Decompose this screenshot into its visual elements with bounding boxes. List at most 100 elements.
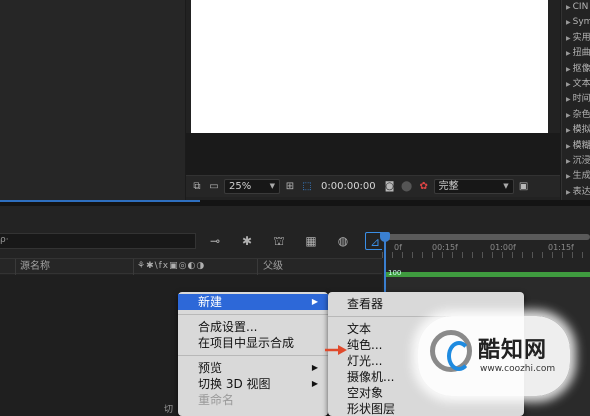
site-watermark: 酷知网 www.coozhi.com xyxy=(418,316,570,396)
effects-presets-panel: ▶CIN▶Sym▶实用▶扭曲▶抠像▶文本▶时间▶杂色▶模拟▶模糊▶沉浸▶生成▶表… xyxy=(561,0,590,200)
effects-category-item[interactable]: ▶ 文本 xyxy=(562,77,590,92)
chevron-down-icon: ▼ xyxy=(269,182,275,190)
show-snapshot-icon[interactable]: ⬤ xyxy=(400,181,414,193)
column-separator xyxy=(257,259,258,275)
watermark-text: 酷知网 xyxy=(478,338,548,363)
disclosure-triangle-icon: ▶ xyxy=(566,173,571,181)
effects-category-item[interactable]: ▶ 时间 xyxy=(562,92,590,107)
zoom-value: 25% xyxy=(229,181,252,192)
submenu-item-shape-layer[interactable]: 形状图层 xyxy=(328,401,524,416)
viewer-pasteboard xyxy=(186,133,560,175)
effects-category-item[interactable]: ▶ CIN xyxy=(562,0,590,15)
effects-category-item[interactable]: ▶ 模糊 xyxy=(562,139,590,154)
effects-category-item[interactable]: ▶Sym xyxy=(562,15,590,30)
resolution-select[interactable]: 完整 ▼ xyxy=(433,179,514,194)
effects-category-label: Sym xyxy=(572,17,590,28)
menu-separator xyxy=(178,355,328,356)
disclosure-triangle-icon: ▶ xyxy=(566,96,571,104)
source-name-header[interactable]: 源名称 xyxy=(20,259,50,274)
effects-category-label: 表达 xyxy=(572,186,590,197)
menu-separator xyxy=(178,314,328,315)
menu-item-label: 合成设置... xyxy=(198,320,258,334)
menu-item-preview[interactable]: 预览 ▶ xyxy=(178,360,328,376)
zoom-select[interactable]: 25% ▼ xyxy=(224,179,280,194)
composition-flowchart-icon[interactable]: ⊸ xyxy=(205,232,225,250)
effects-category-label: 模拟 xyxy=(572,125,590,136)
disclosure-triangle-icon: ▶ xyxy=(566,50,571,58)
menu-item-new[interactable]: 新建 ▶ xyxy=(178,294,328,310)
timeline-bottom-tab[interactable]: 切 xyxy=(164,402,173,415)
effects-category-label: 模糊 xyxy=(572,140,590,151)
menu-item-rename[interactable]: 重命名 xyxy=(178,392,328,408)
fast-previews-icon[interactable]: ▣ xyxy=(517,181,531,193)
column-separator xyxy=(15,259,16,275)
parent-header[interactable]: 父级 xyxy=(263,259,283,274)
effects-category-item[interactable]: ▶ 模拟 xyxy=(562,123,590,138)
menu-item-label: 新建 xyxy=(198,295,223,309)
ruler-label: 01:15f xyxy=(548,243,574,252)
color-channels-icon[interactable]: ✿ xyxy=(417,181,431,193)
snapshot-camera-icon[interactable]: ◙ xyxy=(383,181,397,193)
menu-item-label: 重命名 xyxy=(198,393,235,407)
search-icon: ρ· xyxy=(0,235,9,245)
disclosure-triangle-icon: ▶ xyxy=(566,111,571,119)
disclosure-triangle-icon: ▶ xyxy=(566,4,571,11)
effects-category-item[interactable]: ▶ 实用 xyxy=(562,31,590,46)
menu-item-label: 空对象 xyxy=(347,386,384,400)
annotation-arrow-icon xyxy=(325,345,347,355)
effects-category-label: 扭曲 xyxy=(572,48,590,59)
watermark-url: www.coozhi.com xyxy=(480,364,556,374)
effects-category-label: CIN xyxy=(572,2,589,12)
menu-item-label: 灯光... xyxy=(347,354,383,368)
menu-item-switch-3d-view[interactable]: 切换 3D 视图 ▶ xyxy=(178,376,328,392)
monitor-icon[interactable]: ▭ xyxy=(207,181,221,193)
submenu-arrow-icon: ▶ xyxy=(311,363,318,372)
current-time[interactable]: 0:00:00:00 xyxy=(317,181,380,192)
effects-list: ▶CIN▶Sym▶实用▶扭曲▶抠像▶文本▶时间▶杂色▶模拟▶模糊▶沉浸▶生成▶表… xyxy=(562,0,590,200)
effects-category-item[interactable]: ▶ 扭曲 xyxy=(562,46,590,61)
effects-category-item[interactable]: ▶ 生成 xyxy=(562,169,590,184)
shy-layers-icon[interactable]: ⛫ xyxy=(269,232,289,250)
always-preview-icon[interactable]: ⧉ xyxy=(190,181,204,193)
timeline-toolbar: ⊸ ✱ ⛫ ▦ ◍ ⊿ xyxy=(205,232,385,250)
frame-blending-icon[interactable]: ▦ xyxy=(301,232,321,250)
layer-search-input[interactable]: ρ· xyxy=(0,233,196,249)
grid-guides-icon[interactable]: ⊞ xyxy=(283,181,297,193)
disclosure-triangle-icon: ▶ xyxy=(566,142,571,150)
effects-category-label: 时间 xyxy=(572,94,590,105)
chevron-down-icon: ▼ xyxy=(503,182,509,190)
menu-item-label: 形状图层 xyxy=(347,402,396,416)
disclosure-triangle-icon: ▶ xyxy=(566,65,571,73)
effects-category-item[interactable]: ▶ 沉浸 xyxy=(562,154,590,169)
switches-header: ⚘✱\fx▣◎◐◑ xyxy=(137,261,206,271)
disclosure-triangle-icon: ▶ xyxy=(566,34,571,42)
playhead-handle[interactable] xyxy=(380,232,390,242)
draft-3d-icon[interactable]: ✱ xyxy=(237,232,257,250)
project-panel xyxy=(0,0,185,200)
menu-item-composition-settings[interactable]: 合成设置... xyxy=(178,319,328,335)
effects-category-item[interactable]: ▶ 杂色 xyxy=(562,108,590,123)
effects-category-item[interactable]: ▶ 抠像 xyxy=(562,62,590,77)
composition-viewer: ⧉ ▭ 25% ▼ ⊞ ⬚ 0:00:00:00 ◙ ⬤ ✿ 完整 ▼ ▣ xyxy=(186,0,560,200)
effects-category-label: 实用 xyxy=(572,32,590,43)
layer-column-header: 源名称 ⚘✱\fx▣◎◐◑ 父级 xyxy=(0,258,382,275)
menu-item-reveal-in-project[interactable]: 在项目中显示合成 xyxy=(178,335,328,351)
time-ruler[interactable]: 0f 00:15f 01:00f 01:15f xyxy=(382,230,590,270)
disclosure-triangle-icon: ▶ xyxy=(566,127,571,135)
submenu-item-viewer[interactable]: 查看器 xyxy=(328,296,524,312)
menu-item-label: 预览 xyxy=(198,361,223,375)
menu-item-label: 文本 xyxy=(347,322,372,336)
composition-canvas[interactable] xyxy=(191,0,548,133)
disclosure-triangle-icon: ▶ xyxy=(566,19,571,27)
region-of-interest-icon[interactable]: ⬚ xyxy=(300,181,314,193)
submenu-arrow-icon: ▶ xyxy=(311,379,318,388)
menu-item-label: 在项目中显示合成 xyxy=(198,336,295,350)
effects-category-item[interactable]: ▶ 表达 xyxy=(562,185,590,200)
ruler-label: 01:00f xyxy=(490,243,516,252)
menu-item-label: 纯色... xyxy=(347,338,383,352)
motion-blur-icon[interactable]: ◍ xyxy=(333,232,353,250)
effects-category-label: 抠像 xyxy=(572,63,590,74)
column-separator xyxy=(133,259,134,275)
resolution-value: 完整 xyxy=(438,181,459,192)
menu-item-label: 摄像机... xyxy=(347,370,395,384)
